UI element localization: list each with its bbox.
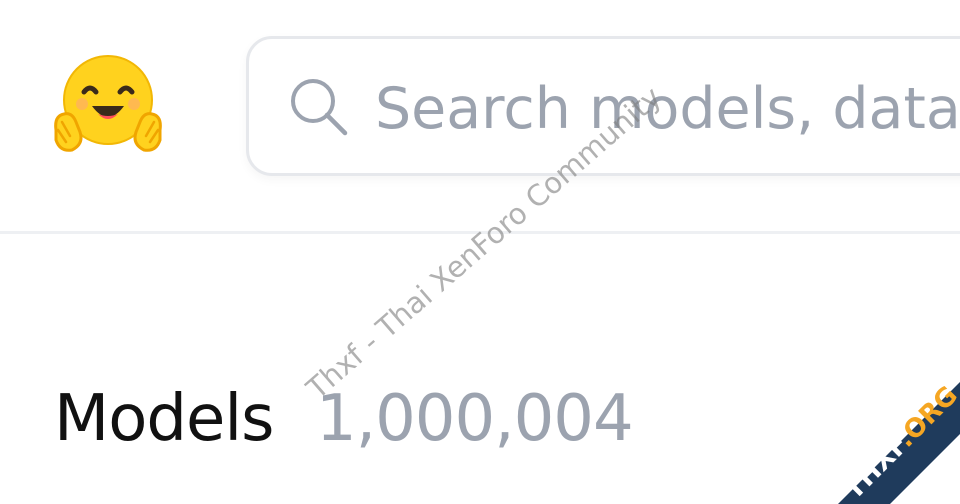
search-input[interactable] bbox=[375, 69, 960, 149]
page-title: Models bbox=[54, 382, 274, 456]
top-header bbox=[0, 0, 960, 234]
hugging-face-emoji-icon bbox=[54, 55, 162, 152]
hugging-face-logo[interactable] bbox=[50, 52, 166, 158]
page: Models 1,000,004 Thxf - Thai XenForo Com… bbox=[0, 0, 960, 504]
search-icon bbox=[289, 77, 351, 139]
models-count: 1,000,004 bbox=[316, 382, 634, 456]
corner-badge: THXF.ORG bbox=[810, 354, 960, 504]
